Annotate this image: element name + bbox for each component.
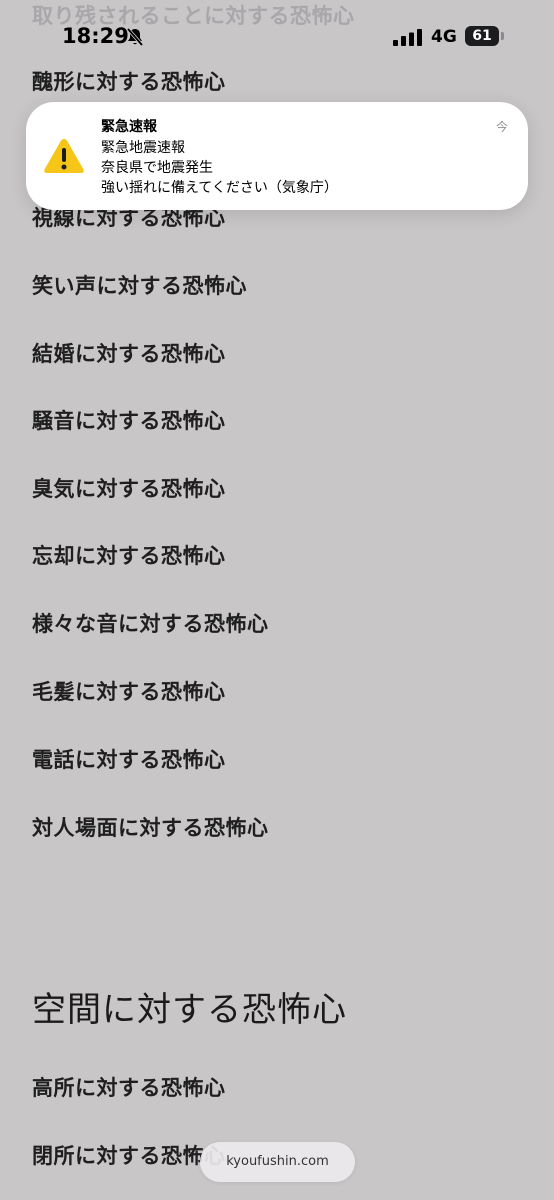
notification-line: 奈良県で地震発生 bbox=[101, 160, 213, 176]
battery-indicator: 61 bbox=[465, 26, 499, 46]
network-type: 4G bbox=[431, 27, 457, 47]
list-item[interactable]: 閉所に対する恐怖心 bbox=[32, 1140, 226, 1170]
list-item[interactable]: 臭気に対する恐怖心 bbox=[32, 473, 226, 503]
status-bar: 18:29 4G 61 bbox=[0, 0, 554, 75]
emergency-alert-notification[interactable]: 緊急速報 緊急地震速報 奈良県で地震発生 強い揺れに備えてください（気象庁） 今 bbox=[26, 102, 528, 210]
list-item[interactable]: 結婚に対する恐怖心 bbox=[32, 338, 226, 368]
list-item[interactable]: 騒音に対する恐怖心 bbox=[32, 405, 226, 435]
notification-time: 今 bbox=[495, 120, 508, 134]
url-bar[interactable]: kyoufushin.com bbox=[200, 1142, 355, 1182]
section-heading: 空間に対する恐怖心 bbox=[32, 990, 347, 1030]
bell-slash-icon bbox=[126, 27, 144, 51]
cellular-signal-icon bbox=[393, 29, 423, 50]
list-item[interactable]: 忘却に対する恐怖心 bbox=[32, 540, 226, 570]
list-item[interactable]: 様々な音に対する恐怖心 bbox=[32, 608, 269, 638]
list-item[interactable]: 高所に対する恐怖心 bbox=[32, 1072, 226, 1102]
list-item[interactable]: 毛髪に対する恐怖心 bbox=[32, 676, 226, 706]
status-time: 18:29 bbox=[62, 24, 129, 48]
list-item[interactable]: 電話に対する恐怖心 bbox=[32, 744, 226, 774]
list-item[interactable]: 笑い声に対する恐怖心 bbox=[32, 270, 247, 300]
list-item[interactable]: 対人場面に対する恐怖心 bbox=[32, 812, 269, 842]
battery-cap bbox=[501, 32, 504, 40]
notification-title: 緊急速報 bbox=[101, 119, 157, 135]
warning-icon bbox=[43, 137, 85, 179]
notification-line: 緊急地震速報 bbox=[101, 140, 185, 156]
notification-line: 強い揺れに備えてください（気象庁） bbox=[101, 180, 338, 196]
